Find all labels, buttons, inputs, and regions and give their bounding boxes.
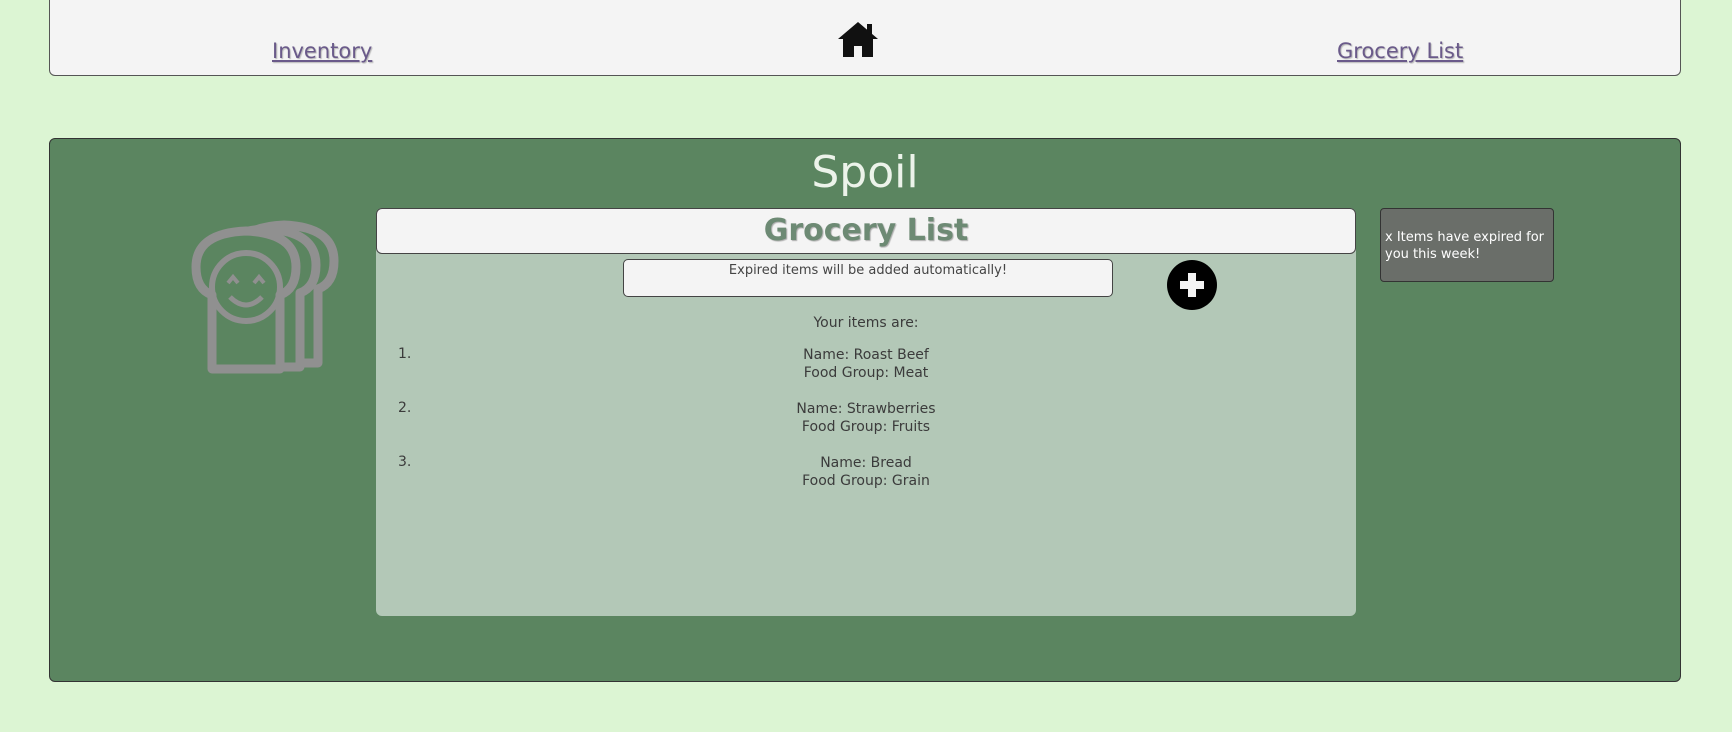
- item-food-group: Food Group: Meat: [803, 365, 929, 381]
- item-details: Name: Roast Beef Food Group: Meat: [376, 346, 1356, 382]
- toast-logo: [191, 220, 339, 374]
- inventory-link[interactable]: Inventory: [272, 39, 372, 63]
- item-food-group: Food Group: Fruits: [801, 419, 931, 435]
- item-details: Name: Strawberries Food Group: Fruits: [376, 400, 1356, 436]
- main-panel: Spoil Grocery List Expired items will be…: [49, 138, 1681, 682]
- home-icon[interactable]: [836, 19, 880, 59]
- item-name: Name: Bread: [820, 455, 912, 471]
- expired-items-notice: x Items have expired for you this week!: [1380, 208, 1554, 282]
- list-item: 1. Name: Roast Beef Food Group: Meat: [376, 346, 1356, 400]
- grocery-list-title: Grocery List: [763, 213, 969, 248]
- grocery-list-link[interactable]: Grocery List: [1337, 39, 1463, 63]
- list-item: 2. Name: Strawberries Food Group: Fruits: [376, 400, 1356, 454]
- list-item: 3. Name: Bread Food Group: Grain: [376, 454, 1356, 508]
- navbar: Inventory Grocery List: [49, 0, 1681, 76]
- item-name: Name: Roast Beef: [803, 347, 929, 363]
- auto-add-notice: Expired items will be added automaticall…: [623, 259, 1113, 297]
- grocery-item-list: 1. Name: Roast Beef Food Group: Meat 2. …: [376, 346, 1356, 508]
- item-food-group: Food Group: Grain: [802, 473, 930, 489]
- item-name: Name: Strawberries: [796, 401, 936, 417]
- item-number: 3.: [398, 454, 412, 470]
- items-label: Your items are:: [813, 315, 919, 331]
- grocery-list-header: Grocery List: [376, 208, 1356, 254]
- add-item-button[interactable]: [1167, 260, 1217, 310]
- grocery-list-panel: Grocery List Expired items will be added…: [376, 208, 1356, 616]
- item-number: 2.: [398, 400, 412, 416]
- item-number: 1.: [398, 346, 412, 362]
- app-title: Spoil: [811, 147, 919, 198]
- item-details: Name: Bread Food Group: Grain: [376, 454, 1356, 490]
